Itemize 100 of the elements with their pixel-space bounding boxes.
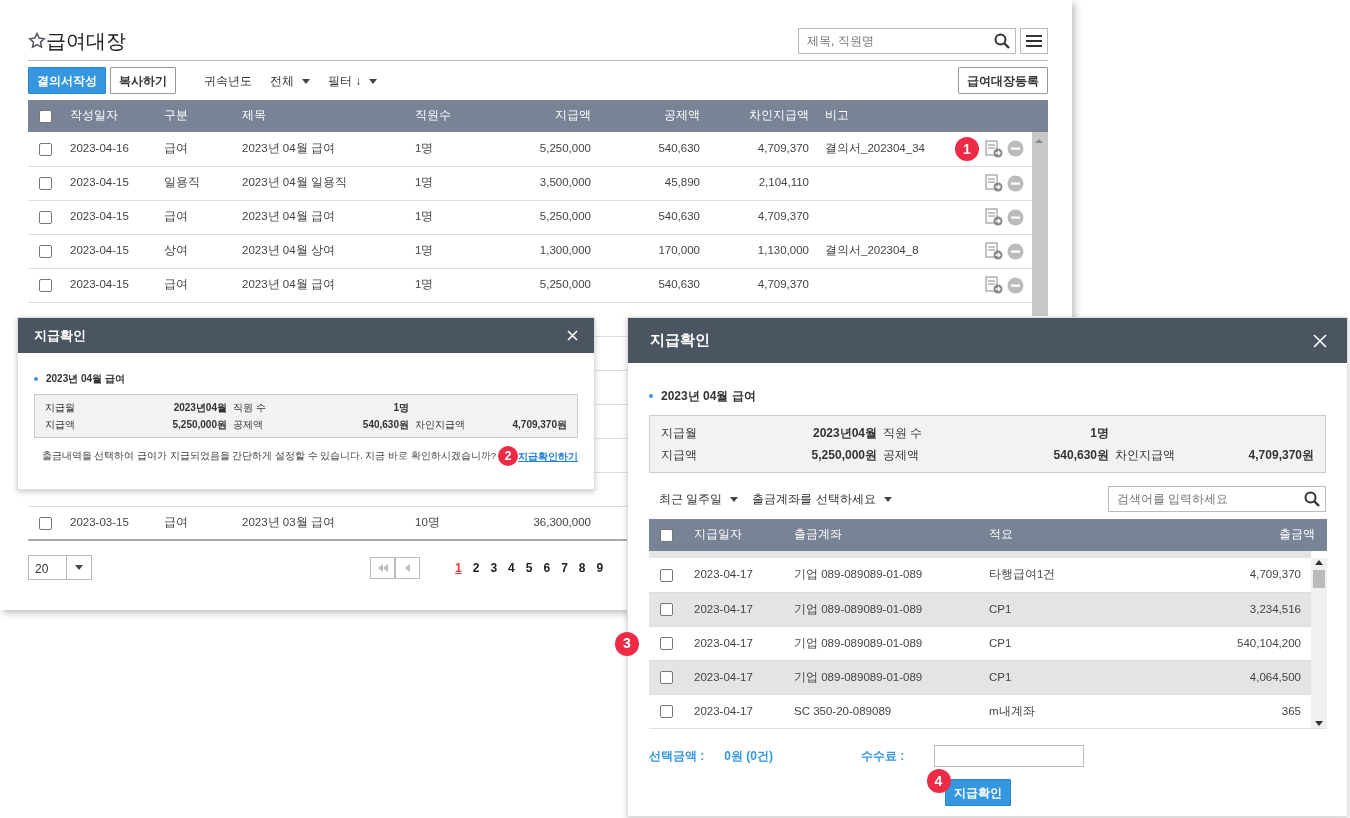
page-size-value: 20 xyxy=(29,556,67,579)
callout-number: 2 xyxy=(498,446,518,466)
page-link[interactable]: 2 xyxy=(467,558,485,577)
table-cell: 급여 xyxy=(164,278,188,291)
table-cell: 36,300,000 xyxy=(533,516,591,529)
checkbox[interactable] xyxy=(659,603,673,616)
checkbox[interactable] xyxy=(659,705,673,719)
bullet xyxy=(34,376,38,381)
callout-number: 4 xyxy=(926,769,951,793)
checkbox[interactable] xyxy=(38,278,52,292)
info-label: 지급월 xyxy=(661,425,698,442)
table-cell: 기업 089-089089-01-089 xyxy=(794,636,923,649)
info-label: 차인지급액 xyxy=(415,418,466,432)
info-value: 5,250,000원 xyxy=(171,418,227,432)
scroll-down-icon[interactable] xyxy=(1314,720,1324,728)
star-icon[interactable] xyxy=(28,32,46,50)
table-cell: CP1 xyxy=(989,636,1012,649)
page-link[interactable]: 4 xyxy=(503,558,520,577)
page-link[interactable]: 9 xyxy=(591,558,609,577)
table-cell: 타행급여1건 xyxy=(989,568,1056,581)
filter-dropdown[interactable]: 전체 xyxy=(270,71,310,90)
table-cell: m내계좌 xyxy=(989,704,1035,717)
document-arrow-icon[interactable] xyxy=(985,174,1003,192)
table-cell: 기업 089-089089-01-089 xyxy=(794,568,923,581)
filter-dropdown[interactable]: 필터 ↓ xyxy=(328,71,378,90)
search-field[interactable]: 검색어를 입력하세요 xyxy=(1108,486,1326,512)
menu-button[interactable] xyxy=(1020,28,1048,54)
table-cell: 1,130,000 xyxy=(757,244,809,257)
table-cell: 2023-03-15 xyxy=(70,516,129,529)
table-cell: 일용직 xyxy=(164,176,200,189)
confirm-link[interactable]: 지급확인하기 xyxy=(518,448,578,464)
info-label: 직원 수 xyxy=(883,425,924,442)
checkbox[interactable] xyxy=(38,176,52,190)
document-arrow-icon[interactable] xyxy=(985,139,1003,158)
checkbox[interactable] xyxy=(38,244,52,258)
page-link[interactable]: 7 xyxy=(556,558,573,577)
column-header: 지급일자 xyxy=(683,519,783,551)
page-link[interactable]: 3 xyxy=(485,558,503,577)
filter-dropdown[interactable]: 출금계좌를 선택하세요 xyxy=(752,490,892,508)
callout-number: 1 xyxy=(955,137,979,161)
table-cell: 3,500,000 xyxy=(539,176,591,189)
checkbox[interactable] xyxy=(659,671,673,685)
column-header: 직원수 xyxy=(407,100,497,132)
table-cell: 2023-04-15 xyxy=(70,176,129,189)
fee-label: 수수료 : xyxy=(861,748,905,765)
table-cell: 1명 xyxy=(415,176,434,189)
info-label: 공제액 xyxy=(883,447,920,464)
table-cell: 2023-04-17 xyxy=(694,602,753,615)
table-cell: 4,709,370 xyxy=(1249,568,1301,581)
callout-number: 3 xyxy=(615,631,639,656)
column-header: 적요 xyxy=(978,519,1178,551)
search-field[interactable]: 제목, 직원명 xyxy=(798,28,1016,54)
table-cell: 2023-04-15 xyxy=(70,210,129,223)
document-arrow-icon[interactable] xyxy=(985,242,1003,260)
page-link[interactable]: 5 xyxy=(520,558,538,577)
page-title: 급여대장 xyxy=(46,29,126,54)
checkbox[interactable] xyxy=(659,528,673,542)
table-cell: CP1 xyxy=(989,602,1012,615)
page-size-select[interactable]: 20 xyxy=(28,555,92,580)
menu-icon[interactable] xyxy=(1026,34,1042,48)
close-icon[interactable] xyxy=(567,330,578,341)
filter-label: 귀속년도 xyxy=(204,72,252,90)
page-link[interactable]: 8 xyxy=(573,558,591,577)
search-icon[interactable] xyxy=(994,33,1010,49)
checkbox[interactable] xyxy=(38,109,52,123)
column-header: 출금계좌 xyxy=(783,519,978,551)
info-value: 540,630원 xyxy=(361,418,409,432)
document-arrow-icon[interactable] xyxy=(985,208,1003,226)
table-cell: 540,630 xyxy=(658,210,700,223)
checkbox[interactable] xyxy=(659,568,673,582)
checkbox[interactable] xyxy=(659,637,673,651)
filter-dropdown[interactable]: 최근 일주일 xyxy=(659,490,739,508)
table-cell: CP1 xyxy=(989,670,1012,683)
register-button[interactable]: 급여대장등록 xyxy=(958,67,1048,94)
checkbox[interactable] xyxy=(38,210,52,224)
info-value: 4,709,370원 xyxy=(1247,447,1314,464)
table-cell: 365 xyxy=(1281,704,1301,717)
table-cell: 2023년 04월 상여 xyxy=(242,244,335,257)
column-header: 작성일자 xyxy=(62,100,156,132)
info-value: 2023년04월 xyxy=(811,425,877,442)
page-link[interactable]: 6 xyxy=(538,558,556,577)
checkbox[interactable] xyxy=(38,142,52,156)
table-cell: 10명 xyxy=(415,516,440,529)
table-cell: 4,064,500 xyxy=(1249,670,1301,683)
table-cell: 4,709,370 xyxy=(757,210,809,223)
table-cell: 2023년 03월 급여 xyxy=(242,516,335,529)
scroll-up-icon[interactable] xyxy=(1314,558,1324,566)
page-link[interactable]: 1 xyxy=(450,558,467,577)
table-cell: 3,234,516 xyxy=(1249,602,1301,615)
search-icon[interactable] xyxy=(1304,491,1320,507)
column-header: 구분 xyxy=(156,100,234,132)
column-header: 제목 xyxy=(234,100,407,132)
column-header: 비고 xyxy=(817,100,967,132)
checkbox[interactable] xyxy=(38,516,52,530)
document-arrow-icon[interactable] xyxy=(985,276,1003,294)
close-icon[interactable] xyxy=(1313,333,1327,348)
fee-field[interactable] xyxy=(934,745,1085,767)
toolbar-button[interactable]: 복사하기 xyxy=(110,67,176,94)
info-label: 지급액 xyxy=(661,447,698,464)
table-cell: 2023년 04월 급여 xyxy=(242,142,335,155)
